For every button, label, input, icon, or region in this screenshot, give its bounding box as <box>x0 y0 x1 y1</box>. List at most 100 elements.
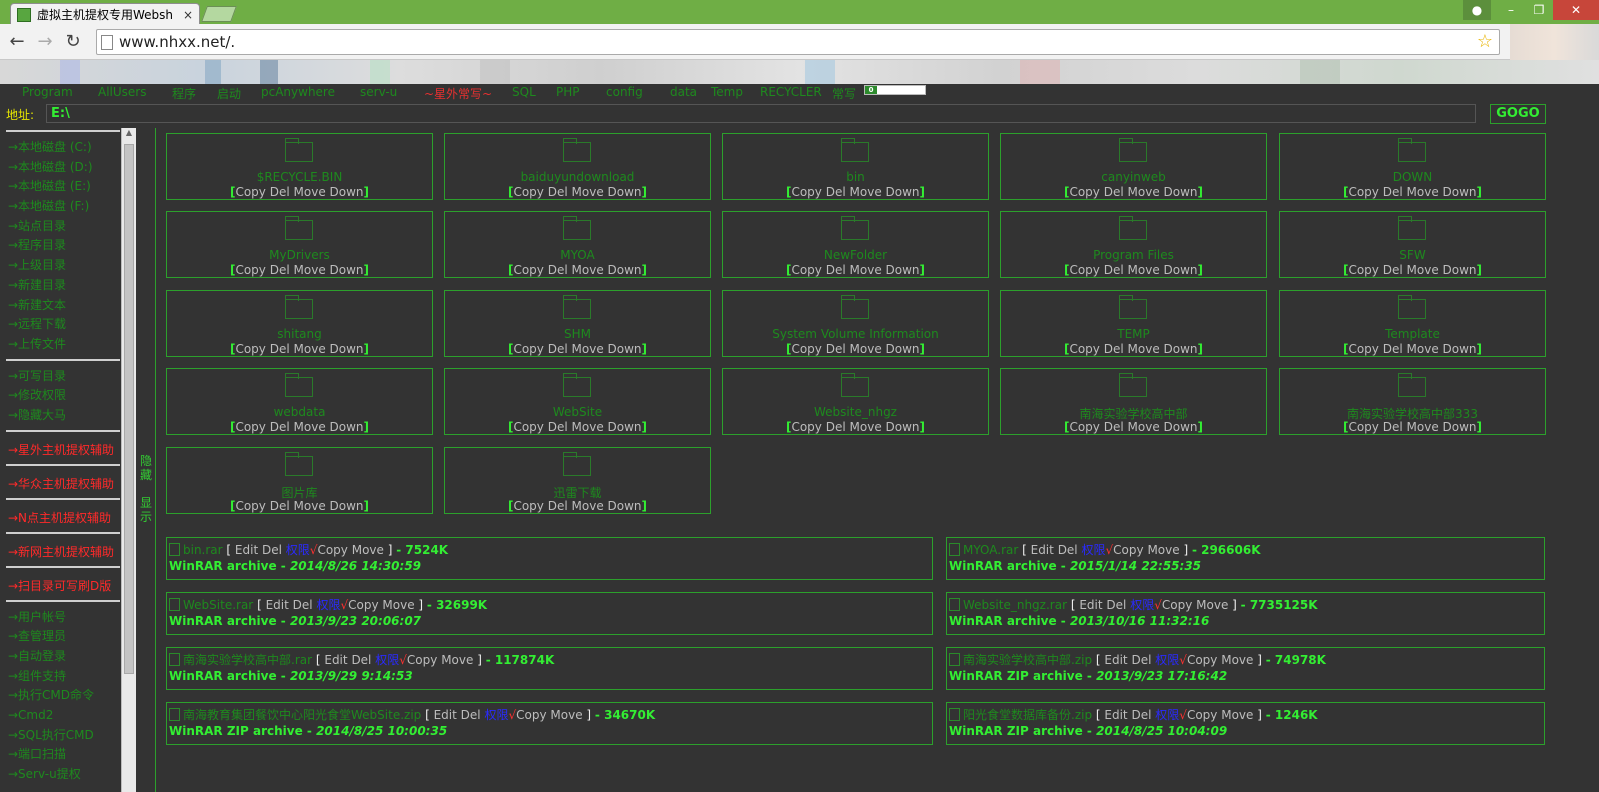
folder-move-link[interactable]: Move <box>294 263 326 277</box>
tab-close-icon[interactable]: × <box>183 8 193 22</box>
folder-copy-link[interactable]: Copy <box>791 420 821 434</box>
file-permission-link[interactable]: 权限 <box>1155 708 1179 722</box>
folder-download-link[interactable]: Down <box>330 342 364 356</box>
sidebar-item[interactable]: →Serv-u提权 <box>6 765 120 785</box>
folder-delete-link[interactable]: Del <box>548 420 568 434</box>
file-edit-link[interactable]: Edit <box>324 653 347 667</box>
file-copy-link[interactable]: Copy <box>317 543 347 557</box>
folder-move-link[interactable]: Move <box>850 420 882 434</box>
folder-move-link[interactable]: Move <box>850 342 882 356</box>
quicklink-php[interactable]: PHP <box>556 85 580 99</box>
folder-copy-link[interactable]: Copy <box>1069 185 1099 199</box>
folder-copy-link[interactable]: Copy <box>1069 342 1099 356</box>
folder-item[interactable]: MyDrivers [Copy Del Move Down] <box>166 211 433 278</box>
folder-delete-link[interactable]: Del <box>548 342 568 356</box>
folder-download-link[interactable]: Down <box>1443 185 1477 199</box>
folder-delete-link[interactable]: Del <box>1104 420 1124 434</box>
sidebar-item[interactable]: →修改权限 <box>6 386 120 406</box>
folder-name[interactable]: SFW <box>1280 248 1545 262</box>
folder-copy-link[interactable]: Copy <box>235 185 265 199</box>
folder-copy-link[interactable]: Copy <box>1069 420 1099 434</box>
sidebar-item[interactable]: →N点主机提权辅助 <box>6 506 120 530</box>
folder-move-link[interactable]: Move <box>1128 263 1160 277</box>
folder-name[interactable]: MYOA <box>445 248 710 262</box>
bookmark-star-icon[interactable]: ☆ <box>1477 31 1493 52</box>
quicklink-startup[interactable]: 启动 <box>217 85 241 102</box>
sidebar-item[interactable]: →本地磁盘 (D:) <box>6 158 120 178</box>
maximize-icon[interactable]: ❐ <box>1525 0 1553 20</box>
file-move-link[interactable]: Move <box>1221 653 1253 667</box>
file-move-link[interactable]: Move <box>382 598 414 612</box>
file-delete-link[interactable]: Del <box>1106 598 1126 612</box>
file-delete-link[interactable]: Del <box>1058 543 1078 557</box>
file-delete-link[interactable]: Del <box>1131 708 1151 722</box>
folder-copy-link[interactable]: Copy <box>235 420 265 434</box>
file-edit-link[interactable]: Edit <box>434 708 457 722</box>
file-name-link[interactable]: 南海教育集团餐饮中心阳光食堂WebSite.zip <box>183 708 421 722</box>
sidebar-scrollbar[interactable]: ▲ <box>121 128 136 792</box>
folder-name[interactable]: WebSite <box>445 405 710 419</box>
folder-copy-link[interactable]: Copy <box>235 342 265 356</box>
folder-delete-link[interactable]: Del <box>548 185 568 199</box>
folder-copy-link[interactable]: Copy <box>235 263 265 277</box>
folder-download-link[interactable]: Down <box>608 185 642 199</box>
folder-item[interactable]: TEMP [Copy Del Move Down] <box>1000 290 1267 357</box>
scroll-up-icon[interactable]: ▲ <box>122 128 136 142</box>
folder-item[interactable]: 迅雷下载 [Copy Del Move Down] <box>444 447 711 514</box>
folder-move-link[interactable]: Move <box>850 185 882 199</box>
folder-item[interactable]: shitang [Copy Del Move Down] <box>166 290 433 357</box>
file-copy-link[interactable]: Copy <box>1162 598 1192 612</box>
quicklink-allusers[interactable]: AllUsers <box>98 85 146 99</box>
quicklink-program[interactable]: Program <box>22 85 73 99</box>
folder-item[interactable]: System Volume Information [Copy Del Move … <box>722 290 989 357</box>
quicklink-servu[interactable]: serv-u <box>360 85 397 99</box>
folder-copy-link[interactable]: Copy <box>1069 263 1099 277</box>
folder-copy-link[interactable]: Copy <box>513 420 543 434</box>
file-edit-link[interactable]: Edit <box>266 598 289 612</box>
forward-arrow-icon[interactable]: → <box>34 32 56 52</box>
sidebar-item[interactable]: →星外主机提权辅助 <box>6 438 120 462</box>
folder-name[interactable]: Program Files <box>1001 248 1266 262</box>
file-name-link[interactable]: Website_nhgz.rar <box>963 598 1067 612</box>
sidebar-item[interactable]: →程序目录 <box>6 236 120 256</box>
folder-move-link[interactable]: Move <box>572 420 604 434</box>
folder-delete-link[interactable]: Del <box>548 263 568 277</box>
folder-delete-link[interactable]: Del <box>1104 263 1124 277</box>
folder-delete-link[interactable]: Del <box>1104 185 1124 199</box>
folder-download-link[interactable]: Down <box>608 263 642 277</box>
sidebar-item[interactable]: →本地磁盘 (E:) <box>6 177 120 197</box>
hide-toggle-hide[interactable]: 隐藏 <box>139 454 153 482</box>
sidebar-item[interactable]: →Cmd2 <box>6 706 120 726</box>
folder-item[interactable]: Template [Copy Del Move Down] <box>1279 290 1546 357</box>
file-move-link[interactable]: Move <box>1221 708 1253 722</box>
folder-delete-link[interactable]: Del <box>270 342 290 356</box>
sidebar-item[interactable]: →执行CMD命令 <box>6 686 120 706</box>
folder-move-link[interactable]: Move <box>1407 263 1439 277</box>
folder-download-link[interactable]: Down <box>330 263 364 277</box>
sidebar-item[interactable]: →本地磁盘 (C:) <box>6 138 120 158</box>
file-delete-link[interactable]: Del <box>351 653 371 667</box>
folder-move-link[interactable]: Move <box>572 499 604 513</box>
browser-tab[interactable]: 虚拟主机提权专用Websh × <box>10 3 200 25</box>
folder-item[interactable]: Program Files [Copy Del Move Down] <box>1000 211 1267 278</box>
folder-download-link[interactable]: Down <box>886 263 920 277</box>
folder-download-link[interactable]: Down <box>886 420 920 434</box>
folder-item[interactable]: 图片库 [Copy Del Move Down] <box>166 447 433 514</box>
folder-name[interactable]: webdata <box>167 405 432 419</box>
sidebar-item[interactable]: →新建目录 <box>6 276 120 296</box>
scrollbar-thumb[interactable] <box>124 144 134 674</box>
file-copy-link[interactable]: Copy <box>516 708 546 722</box>
folder-download-link[interactable]: Down <box>330 185 364 199</box>
file-name-link[interactable]: bin.rar <box>183 543 223 557</box>
quicklink-sql[interactable]: SQL <box>512 85 536 99</box>
file-copy-link[interactable]: Copy <box>1187 653 1217 667</box>
sidebar-item[interactable]: →隐藏大马 <box>6 406 120 426</box>
file-move-link[interactable]: Move <box>1147 543 1179 557</box>
folder-item[interactable]: WebSite [Copy Del Move Down] <box>444 368 711 435</box>
sidebar-item[interactable]: →端口扫描 <box>6 745 120 765</box>
path-input[interactable]: E:\ <box>46 104 1476 123</box>
sidebar-item[interactable]: →华众主机提权辅助 <box>6 472 120 496</box>
folder-delete-link[interactable]: Del <box>270 420 290 434</box>
folder-download-link[interactable]: Down <box>1164 185 1198 199</box>
file-copy-link[interactable]: Copy <box>348 598 378 612</box>
